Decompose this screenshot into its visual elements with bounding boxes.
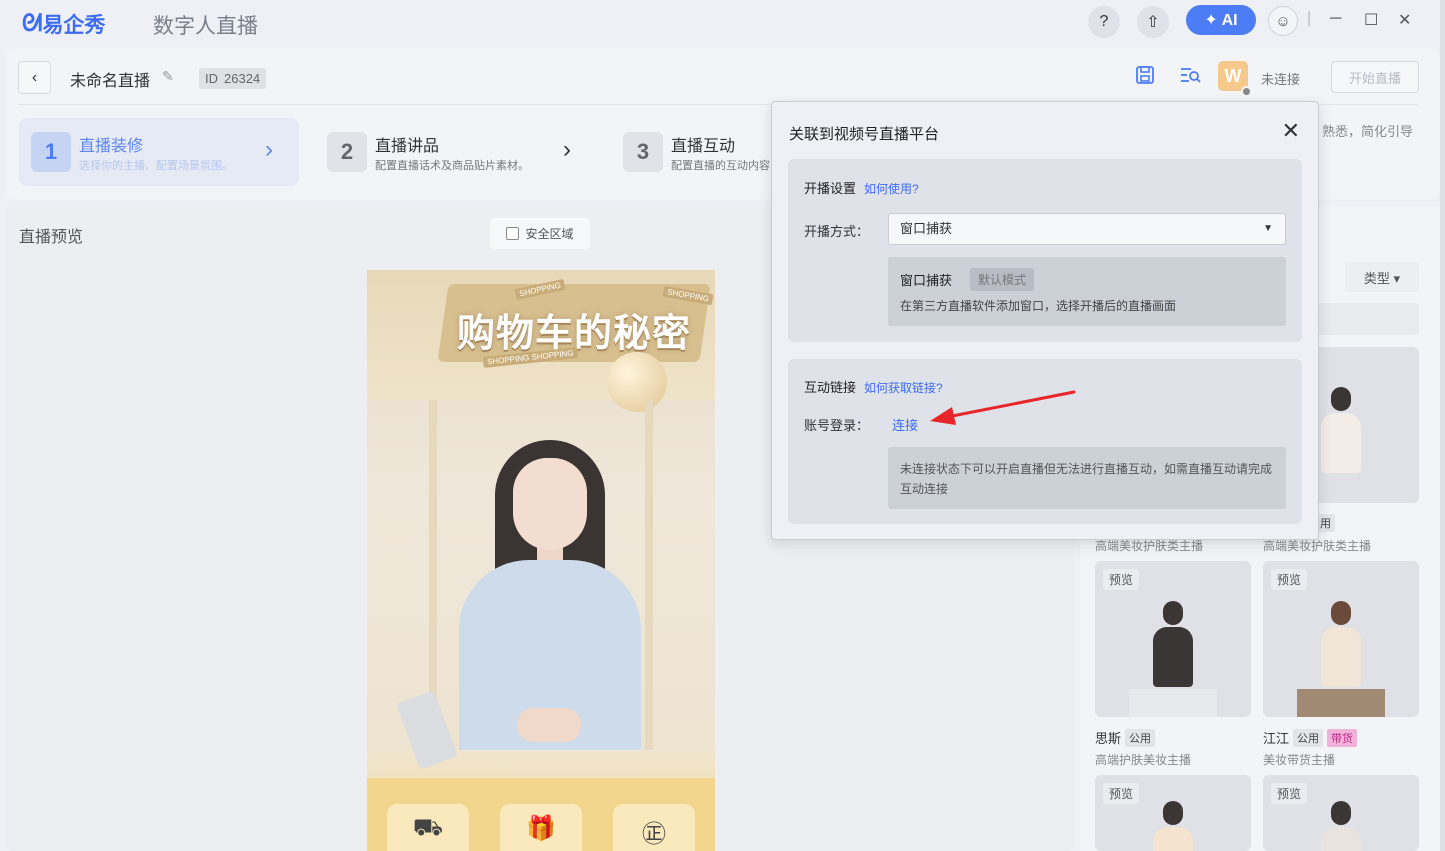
account-login-label: 账号登录： [804, 418, 870, 433]
mode-info-box: 窗口捕获 默认模式 在第三方直播软件添加窗口，选择开播后的直播画面 [888, 257, 1286, 326]
section-title: 开播设置 如何使用? [804, 181, 919, 196]
annotation-arrow-icon [930, 390, 1076, 425]
step-interaction[interactable]: 3 直播互动 配置直播的互动内容 [611, 118, 771, 186]
close-icon[interactable]: ✕ [1282, 118, 1300, 144]
title-bar: ᘛ 易企秀 数字人直播 ? ⇧ ✦ AI ☺ | ─ ☐ ✕ [0, 0, 1440, 44]
mode-description: 在第三方直播软件添加窗口，选择开播后的直播画面 [900, 299, 1177, 313]
step-title: 直播互动 [671, 138, 736, 155]
titlebar-separator: | [1307, 10, 1312, 27]
logo-text: 易企秀 [42, 14, 106, 37]
host-card[interactable]: 预览 [1095, 561, 1251, 717]
step-title: 直播讲品 [375, 138, 440, 155]
save-icon[interactable] [1135, 65, 1155, 90]
preview-badge[interactable]: 预览 [1271, 783, 1308, 804]
preview-badge[interactable]: 预览 [1103, 569, 1140, 590]
mode-name: 窗口捕获 [900, 273, 953, 288]
help-button[interactable]: ? [1088, 6, 1120, 38]
safe-zone-checkbox[interactable] [506, 227, 520, 240]
method-label: 开播方式： [804, 224, 870, 239]
host-card-desc: 高端护肤美妆主播 [1095, 753, 1192, 767]
live-settings-section: 开播设置 如何使用? 开播方式： 窗口捕获 ▼ 窗口捕获 默认模式 在第三方直播软… [788, 159, 1302, 342]
host-search-input[interactable] [1318, 303, 1419, 335]
host-card-desc: 美妆带货主播 [1263, 753, 1336, 767]
app-name: 数字人直播 [153, 15, 258, 38]
preview-search-icon[interactable] [1179, 65, 1201, 90]
edit-title-icon[interactable]: ✎ [162, 68, 174, 85]
host-hands [517, 708, 581, 742]
type-filter-dropdown[interactable]: 类型 ▾ [1345, 262, 1419, 292]
app-logo: ᘛ 易企秀 [22, 9, 105, 39]
host-thumbnail [1321, 601, 1361, 691]
connect-link[interactable]: 连接 [892, 415, 918, 434]
step-decoration[interactable]: 1 直播装修 选择你的主播、配置场景氛围。 › [19, 118, 299, 186]
decor-pillar [645, 400, 653, 780]
public-badge: 公用 [1293, 728, 1324, 747]
delivery-icon: ⛟ [387, 804, 469, 851]
step-number: 1 [31, 132, 71, 172]
host-thumbnail [1321, 801, 1361, 851]
live-preview-canvas: SHOPPING SHOPPING 购物车的秘密 SHOPPING SHOPPI… [367, 270, 715, 851]
interaction-link-section: 互动链接 如何获取链接? 账号登录： 连接 未连接状态下可以开启直播但无法进行直播… [788, 359, 1302, 524]
chevron-down-icon: ▼ [1263, 223, 1273, 234]
sales-badge: 带货 [1327, 728, 1358, 747]
logo-icon: ᘛ [22, 10, 42, 37]
start-live-button[interactable]: 开始直播 [1331, 61, 1419, 93]
id-label: ID [205, 71, 218, 86]
connection-status: 未连接 [1261, 72, 1301, 87]
window-edge [1440, 0, 1445, 851]
host-card[interactable]: 预览 [1095, 775, 1251, 851]
connection-note: 未连接状态下可以开启直播但无法进行直播互动，如需直播互动请完成互动连接 [900, 462, 1273, 496]
id-value: 26324 [224, 71, 261, 86]
host-desk [1297, 689, 1385, 717]
step-title: 直播装修 [79, 138, 144, 155]
host-thumbnail [1153, 601, 1193, 691]
host-desk [1129, 689, 1217, 717]
link-platform-dialog: 关联到视频号直播平台 ✕ 开播设置 如何使用? 开播方式： 窗口捕获 ▼ 窗口捕获… [771, 101, 1319, 540]
host-thumbnail [1321, 387, 1361, 477]
preview-label: 直播预览 [19, 229, 84, 246]
step-subtitle: 配置直播的互动内容 [671, 160, 770, 172]
host-face [513, 458, 587, 550]
guide-description: 熟悉，简化引导 [1322, 124, 1414, 139]
step-number: 2 [327, 132, 367, 172]
connection-note-box: 未连接状态下可以开启直播但无法进行直播互动，如需直播互动请完成互动连接 [888, 447, 1286, 509]
host-card[interactable]: 预览 [1263, 561, 1419, 717]
host-card-name: 思斯 公用 [1095, 728, 1156, 747]
close-window-button[interactable]: ✕ [1398, 10, 1411, 30]
step-products[interactable]: 2 直播讲品 配置直播话术及商品贴片素材。 › [315, 118, 595, 186]
method-select[interactable]: 窗口捕获 ▼ [888, 213, 1286, 245]
minimize-button[interactable]: ─ [1330, 10, 1341, 28]
dialog-title: 关联到视频号直播平台 [789, 126, 940, 143]
how-to-use-link[interactable]: 如何使用? [864, 182, 919, 196]
default-mode-tag: 默认模式 [970, 268, 1035, 291]
connection-status-dot [1241, 86, 1252, 97]
decor-ball [607, 352, 667, 412]
safe-zone-toggle[interactable]: 安全区域 [490, 218, 590, 249]
upload-button[interactable]: ⇧ [1137, 6, 1169, 38]
step-subtitle: 选择你的主播、配置场景氛围。 [79, 160, 233, 172]
public-badge: 公用 [1125, 728, 1156, 747]
back-button[interactable]: ‹ [18, 61, 51, 94]
gift-icon: 🎁 [500, 804, 582, 851]
safe-zone-label: 安全区域 [525, 227, 574, 241]
authentic-icon: ㊣ [613, 804, 695, 851]
preview-badge[interactable]: 预览 [1103, 783, 1140, 804]
chevron-right-icon: › [563, 136, 571, 163]
maximize-button[interactable]: ☐ [1364, 10, 1378, 30]
id-badge: ID 26324 [199, 68, 267, 89]
step-subtitle: 配置直播话术及商品贴片素材。 [375, 160, 529, 172]
preview-badge[interactable]: 预览 [1271, 569, 1308, 590]
ai-button[interactable]: ✦ AI [1186, 5, 1256, 35]
host-thumbnail [1153, 801, 1193, 851]
user-avatar[interactable]: ☺ [1268, 6, 1298, 36]
chevron-right-icon: › [265, 136, 273, 163]
step-number: 3 [623, 132, 663, 172]
host-card[interactable]: 预览 [1263, 775, 1419, 851]
live-title: 未命名直播 [70, 73, 151, 90]
host-card-name: 江江 公用 带货 [1263, 728, 1358, 747]
